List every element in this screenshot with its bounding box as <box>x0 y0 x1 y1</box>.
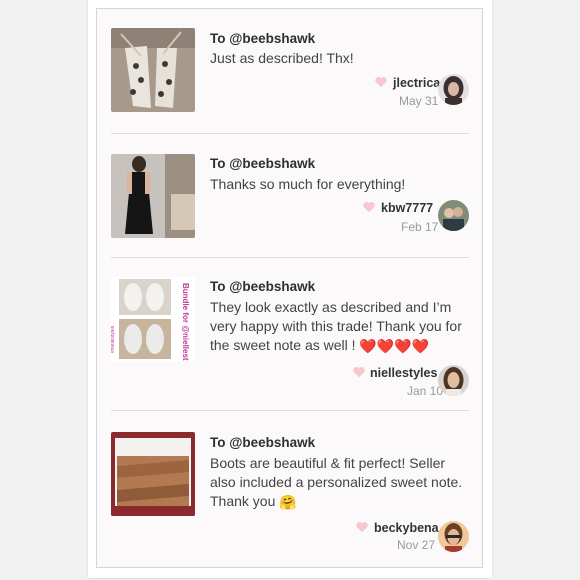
review-date: Feb 17 <box>401 220 439 234</box>
reviews-list: To @beebshawk Just as described! Thx! jl… <box>96 8 483 568</box>
avatar[interactable] <box>438 365 469 396</box>
thumb-caption: Bundle for @niellestyles <box>181 283 190 361</box>
review-text: Boots are beautiful & fit perfect! Selle… <box>210 455 463 510</box>
review-text: They look exactly as described and I’m v… <box>210 299 462 354</box>
listing-thumbnail[interactable]: Bundle for @niellestyles #niellestyles <box>111 277 195 361</box>
listing-thumbnail[interactable] <box>111 154 195 238</box>
svg-text:#niellestyles: #niellestyles <box>111 325 116 353</box>
heart-emoji: ❤️❤️❤️❤️ <box>359 337 430 354</box>
hug-emoji: 🤗 <box>279 493 297 510</box>
review-date: May 31 <box>399 94 439 108</box>
reviewer-username[interactable]: jlectrica <box>393 76 440 90</box>
review-item: To @beebshawk Thanks so much for everyth… <box>97 134 482 259</box>
heart-icon[interactable] <box>355 520 369 534</box>
heart-icon[interactable] <box>374 75 388 89</box>
reviewer-username[interactable]: niellestyles <box>370 366 437 380</box>
avatar[interactable] <box>438 200 469 231</box>
review-recipient[interactable]: To @beebshawk <box>210 156 315 171</box>
review-recipient[interactable]: To @beebshawk <box>210 279 315 294</box>
review-date: Nov 27 <box>397 538 436 552</box>
review-recipient[interactable]: To @beebshawk <box>210 31 315 46</box>
reviewer-username[interactable]: beckybena <box>374 521 439 535</box>
review-item: To @beebshawk Just as described! Thx! jl… <box>97 9 482 134</box>
review-item: Bundle for @niellestyles #niellestyles T… <box>97 257 482 412</box>
reviewer-username[interactable]: kbw7777 <box>381 201 433 215</box>
heart-icon[interactable] <box>352 365 366 379</box>
review-date: Jan 10 <box>407 384 444 398</box>
review-recipient[interactable]: To @beebshawk <box>210 435 315 450</box>
review-text: Thanks so much for everything! <box>210 176 406 192</box>
heart-icon[interactable] <box>362 200 376 214</box>
reviews-card: To @beebshawk Just as described! Thx! jl… <box>88 0 492 578</box>
review-item: To @beebshawk Boots are beautiful & fit … <box>97 410 482 567</box>
avatar[interactable] <box>438 521 469 552</box>
reviews-page: To @beebshawk Just as described! Thx! jl… <box>0 0 580 580</box>
listing-thumbnail[interactable] <box>111 432 195 516</box>
avatar[interactable] <box>438 74 469 105</box>
listing-thumbnail[interactable] <box>111 28 195 112</box>
review-text: Just as described! Thx! <box>210 50 354 66</box>
